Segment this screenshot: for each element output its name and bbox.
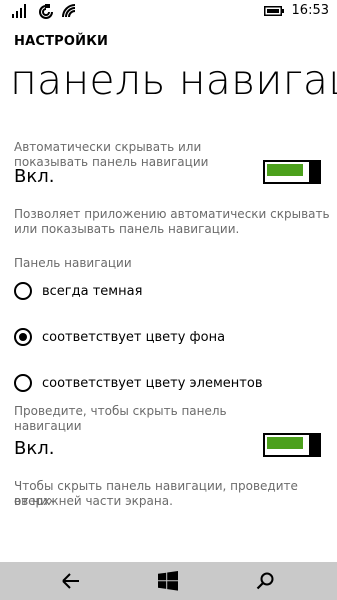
radio-selected-dot: [19, 333, 27, 341]
radio-match-background[interactable]: соответствует цвету фона: [14, 325, 225, 349]
auto-hide-desc-line2: или показывать панель навигации.: [14, 222, 240, 236]
windows-logo-icon[interactable]: [158, 571, 178, 591]
toggle-thumb: [309, 160, 321, 184]
wifi-icon: [62, 4, 76, 18]
navigation-bar: [0, 562, 337, 600]
radio-label: соответствует цвету элементов: [42, 375, 263, 391]
nav-color-label: Панель навигации: [14, 256, 132, 270]
radio-label: всегда темная: [42, 283, 143, 299]
swipe-hide-value: Вкл.: [14, 438, 55, 459]
radio-circle: [14, 328, 32, 346]
section-title: НАСТРОЙКИ: [14, 34, 109, 49]
back-arrow-icon[interactable]: [61, 572, 81, 590]
swipe-hide-label-line1: Проведите, чтобы скрыть панель: [14, 404, 227, 418]
toggle-thumb: [309, 433, 321, 457]
page-title: панель навигац: [10, 56, 337, 104]
settings-screen: 16:53 НАСТРОЙКИ панель навигац Автоматич…: [0, 0, 337, 600]
auto-hide-label-line1: Автоматически скрывать или: [14, 140, 202, 154]
radio-match-elements[interactable]: соответствует цвету элементов: [14, 371, 262, 395]
battery-icon: [264, 6, 284, 16]
auto-hide-desc-line1: Позволяет приложению автоматически скрыв…: [14, 207, 330, 221]
swipe-hide-desc-line2: от нижней части экрана.: [14, 494, 173, 508]
status-time: 16:53: [291, 3, 329, 18]
status-bar: 16:53: [0, 0, 337, 24]
radio-always-dark[interactable]: всегда темная: [14, 279, 142, 303]
signal-icon: [12, 4, 26, 18]
swipe-hide-label-line2: навигации: [14, 419, 82, 433]
toggle-fill: [267, 437, 303, 449]
sync-icon: [39, 4, 53, 19]
radio-circle: [14, 282, 32, 300]
swipe-hide-toggle[interactable]: [263, 433, 321, 457]
radio-label: соответствует цвету фона: [42, 329, 226, 345]
auto-hide-toggle[interactable]: [263, 160, 321, 184]
auto-hide-value: Вкл.: [14, 166, 55, 187]
radio-circle: [14, 374, 32, 392]
toggle-fill: [267, 164, 303, 176]
search-icon[interactable]: [256, 572, 274, 590]
